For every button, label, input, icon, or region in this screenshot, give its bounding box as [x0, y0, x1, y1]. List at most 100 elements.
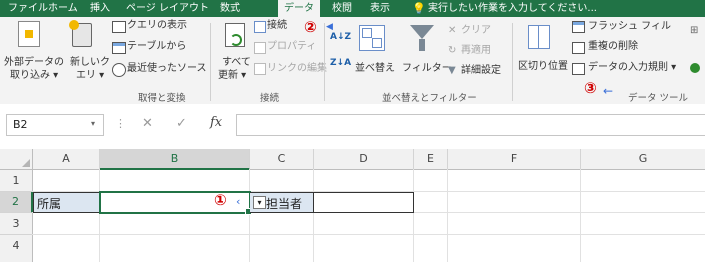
refresh-all-icon — [225, 23, 245, 47]
group-separator — [210, 23, 211, 101]
connections-icon — [254, 21, 266, 33]
properties-button[interactable]: プロパティ — [267, 41, 316, 53]
whatif-icon — [690, 63, 700, 73]
reapply-icon: ↻ — [448, 45, 457, 56]
recent-sources-button[interactable]: 最近使ったソース — [127, 63, 207, 75]
clear-filter-icon: ✕ — [448, 25, 457, 36]
tab-insert[interactable]: 挿入 — [90, 0, 110, 17]
row-header-4[interactable]: 4 — [0, 235, 33, 262]
sort-button[interactable]: 並べ替え — [355, 63, 395, 75]
callout-3-arrow: ← — [603, 84, 614, 98]
tab-formulas[interactable]: 数式 — [220, 0, 240, 17]
column-header-g[interactable]: G — [581, 149, 705, 170]
sort-icon — [359, 25, 385, 51]
chevron-down-icon[interactable]: ▾ — [91, 119, 95, 128]
column-header-f[interactable]: F — [448, 149, 581, 170]
text-to-columns-button[interactable]: 区切り位置 — [518, 61, 568, 73]
filter-button[interactable]: フィルター — [402, 63, 452, 75]
ribbon-tab-bar: ファイル ホーム 挿入 ページ レイアウト 数式 データ 校閲 表示 💡 実行し… — [0, 0, 705, 17]
cell-a2-text: 所属 — [37, 197, 62, 211]
show-query-icon — [112, 21, 126, 33]
column-header-c[interactable]: C — [250, 149, 314, 170]
tab-home[interactable]: ホーム — [48, 0, 78, 17]
data-validation-button[interactable]: データの入力規則 ▾ — [588, 62, 676, 74]
column-header-b[interactable]: B — [100, 149, 250, 170]
recent-sources-icon — [112, 63, 126, 77]
table-icon — [112, 42, 126, 54]
show-query-button[interactable]: クエリの表示 — [127, 20, 187, 32]
clear-filter-button[interactable]: クリア — [461, 25, 491, 37]
text-to-columns-icon — [528, 25, 550, 49]
group-title-get-transform: 取得と変換 — [138, 93, 186, 104]
select-all-corner[interactable] — [0, 149, 33, 170]
new-query-icon — [69, 20, 92, 47]
callout-1: ① — [214, 191, 227, 209]
name-box[interactable]: B2 ▾ — [6, 114, 104, 136]
refresh-all-button-line2[interactable]: 更新 ▾ — [218, 70, 246, 82]
tab-page-layout[interactable]: ページ レイアウト — [126, 0, 209, 17]
relationships-icon: ⊞ — [690, 25, 699, 36]
tab-data[interactable]: データ — [278, 0, 320, 17]
gridline — [580, 169, 581, 262]
column-header-d[interactable]: D — [314, 149, 414, 170]
column-header-e[interactable]: E — [414, 149, 448, 170]
tell-me-search[interactable]: 実行したい作業を入力してください... — [428, 0, 597, 17]
edit-links-icon — [254, 63, 266, 75]
external-data-button-line2[interactable]: 取り込み ▾ — [10, 70, 58, 82]
flash-fill-icon — [572, 21, 585, 33]
sort-ascending-button[interactable]: A↓Z — [330, 31, 351, 43]
tab-file[interactable]: ファイル — [8, 0, 48, 17]
cell-b2-selected[interactable] — [99, 191, 251, 214]
sort-descending-button[interactable]: Z↓A — [330, 57, 351, 69]
new-query-button-line2[interactable]: エリ ▾ — [76, 70, 104, 82]
name-box-value: B2 — [13, 118, 28, 131]
advanced-filter-button[interactable]: 詳細設定 — [461, 65, 501, 77]
cancel-icon[interactable]: ✕ — [142, 116, 153, 131]
external-data-button[interactable]: 外部データの — [4, 57, 64, 69]
filter-icon — [410, 25, 434, 39]
callout-2-arrow: ◀ — [326, 22, 333, 32]
data-validation-icon — [572, 63, 585, 75]
insert-function-icon[interactable]: fx — [210, 115, 222, 130]
lightbulb-icon: 💡 — [412, 2, 426, 15]
gridline — [32, 234, 705, 235]
reapply-button[interactable]: 再適用 — [461, 45, 491, 57]
gridline — [249, 169, 250, 262]
cell-c2-text: 担当者 — [266, 197, 303, 211]
flash-fill-button[interactable]: フラッシュ フィル — [588, 21, 671, 33]
group-separator — [512, 23, 513, 101]
cell-a2[interactable]: 所属 — [33, 192, 99, 213]
formula-input[interactable] — [236, 114, 705, 136]
edit-links-button[interactable]: リンクの編集 — [267, 63, 327, 75]
cell-d2[interactable] — [313, 192, 414, 213]
refresh-all-button[interactable]: すべて — [222, 57, 251, 69]
row-header-2[interactable]: 2 — [0, 192, 33, 213]
gridline — [313, 169, 314, 262]
formula-bar-splitter[interactable]: ⋮ — [115, 117, 126, 130]
callout-2: ② — [304, 18, 317, 36]
dropdown-arrow-icon[interactable]: ▾ — [253, 196, 266, 209]
properties-icon — [254, 42, 266, 54]
gridline — [413, 169, 414, 262]
column-header-a[interactable]: A — [33, 149, 100, 170]
tab-review[interactable]: 校閲 — [332, 0, 352, 17]
row-header-1[interactable]: 1 — [0, 170, 33, 192]
remove-duplicates-button[interactable]: 重複の削除 — [588, 41, 638, 53]
connections-button[interactable]: 接続 — [267, 20, 287, 32]
advanced-filter-icon: ▼ — [448, 65, 456, 76]
external-data-icon — [18, 21, 40, 47]
from-table-button[interactable]: テーブルから — [127, 41, 186, 53]
callout-1-arrow: ‹ — [236, 195, 241, 208]
group-title-data-tools: データ ツール — [628, 93, 689, 104]
gridline — [99, 169, 100, 262]
gridline — [447, 169, 448, 262]
new-query-button[interactable]: 新しいク — [70, 57, 110, 69]
enter-icon[interactable]: ✓ — [176, 116, 187, 131]
callout-3: ③ — [584, 79, 597, 97]
group-title-connections: 接続 — [260, 93, 280, 104]
filter-icon-stem — [419, 39, 425, 51]
tab-view[interactable]: 表示 — [370, 0, 390, 17]
group-separator — [324, 23, 325, 101]
row-header-3[interactable]: 3 — [0, 213, 33, 235]
ribbon: 外部データの 取り込み ▾ 新しいク エリ ▾ クエリの表示 テーブルから 最近… — [0, 17, 705, 105]
